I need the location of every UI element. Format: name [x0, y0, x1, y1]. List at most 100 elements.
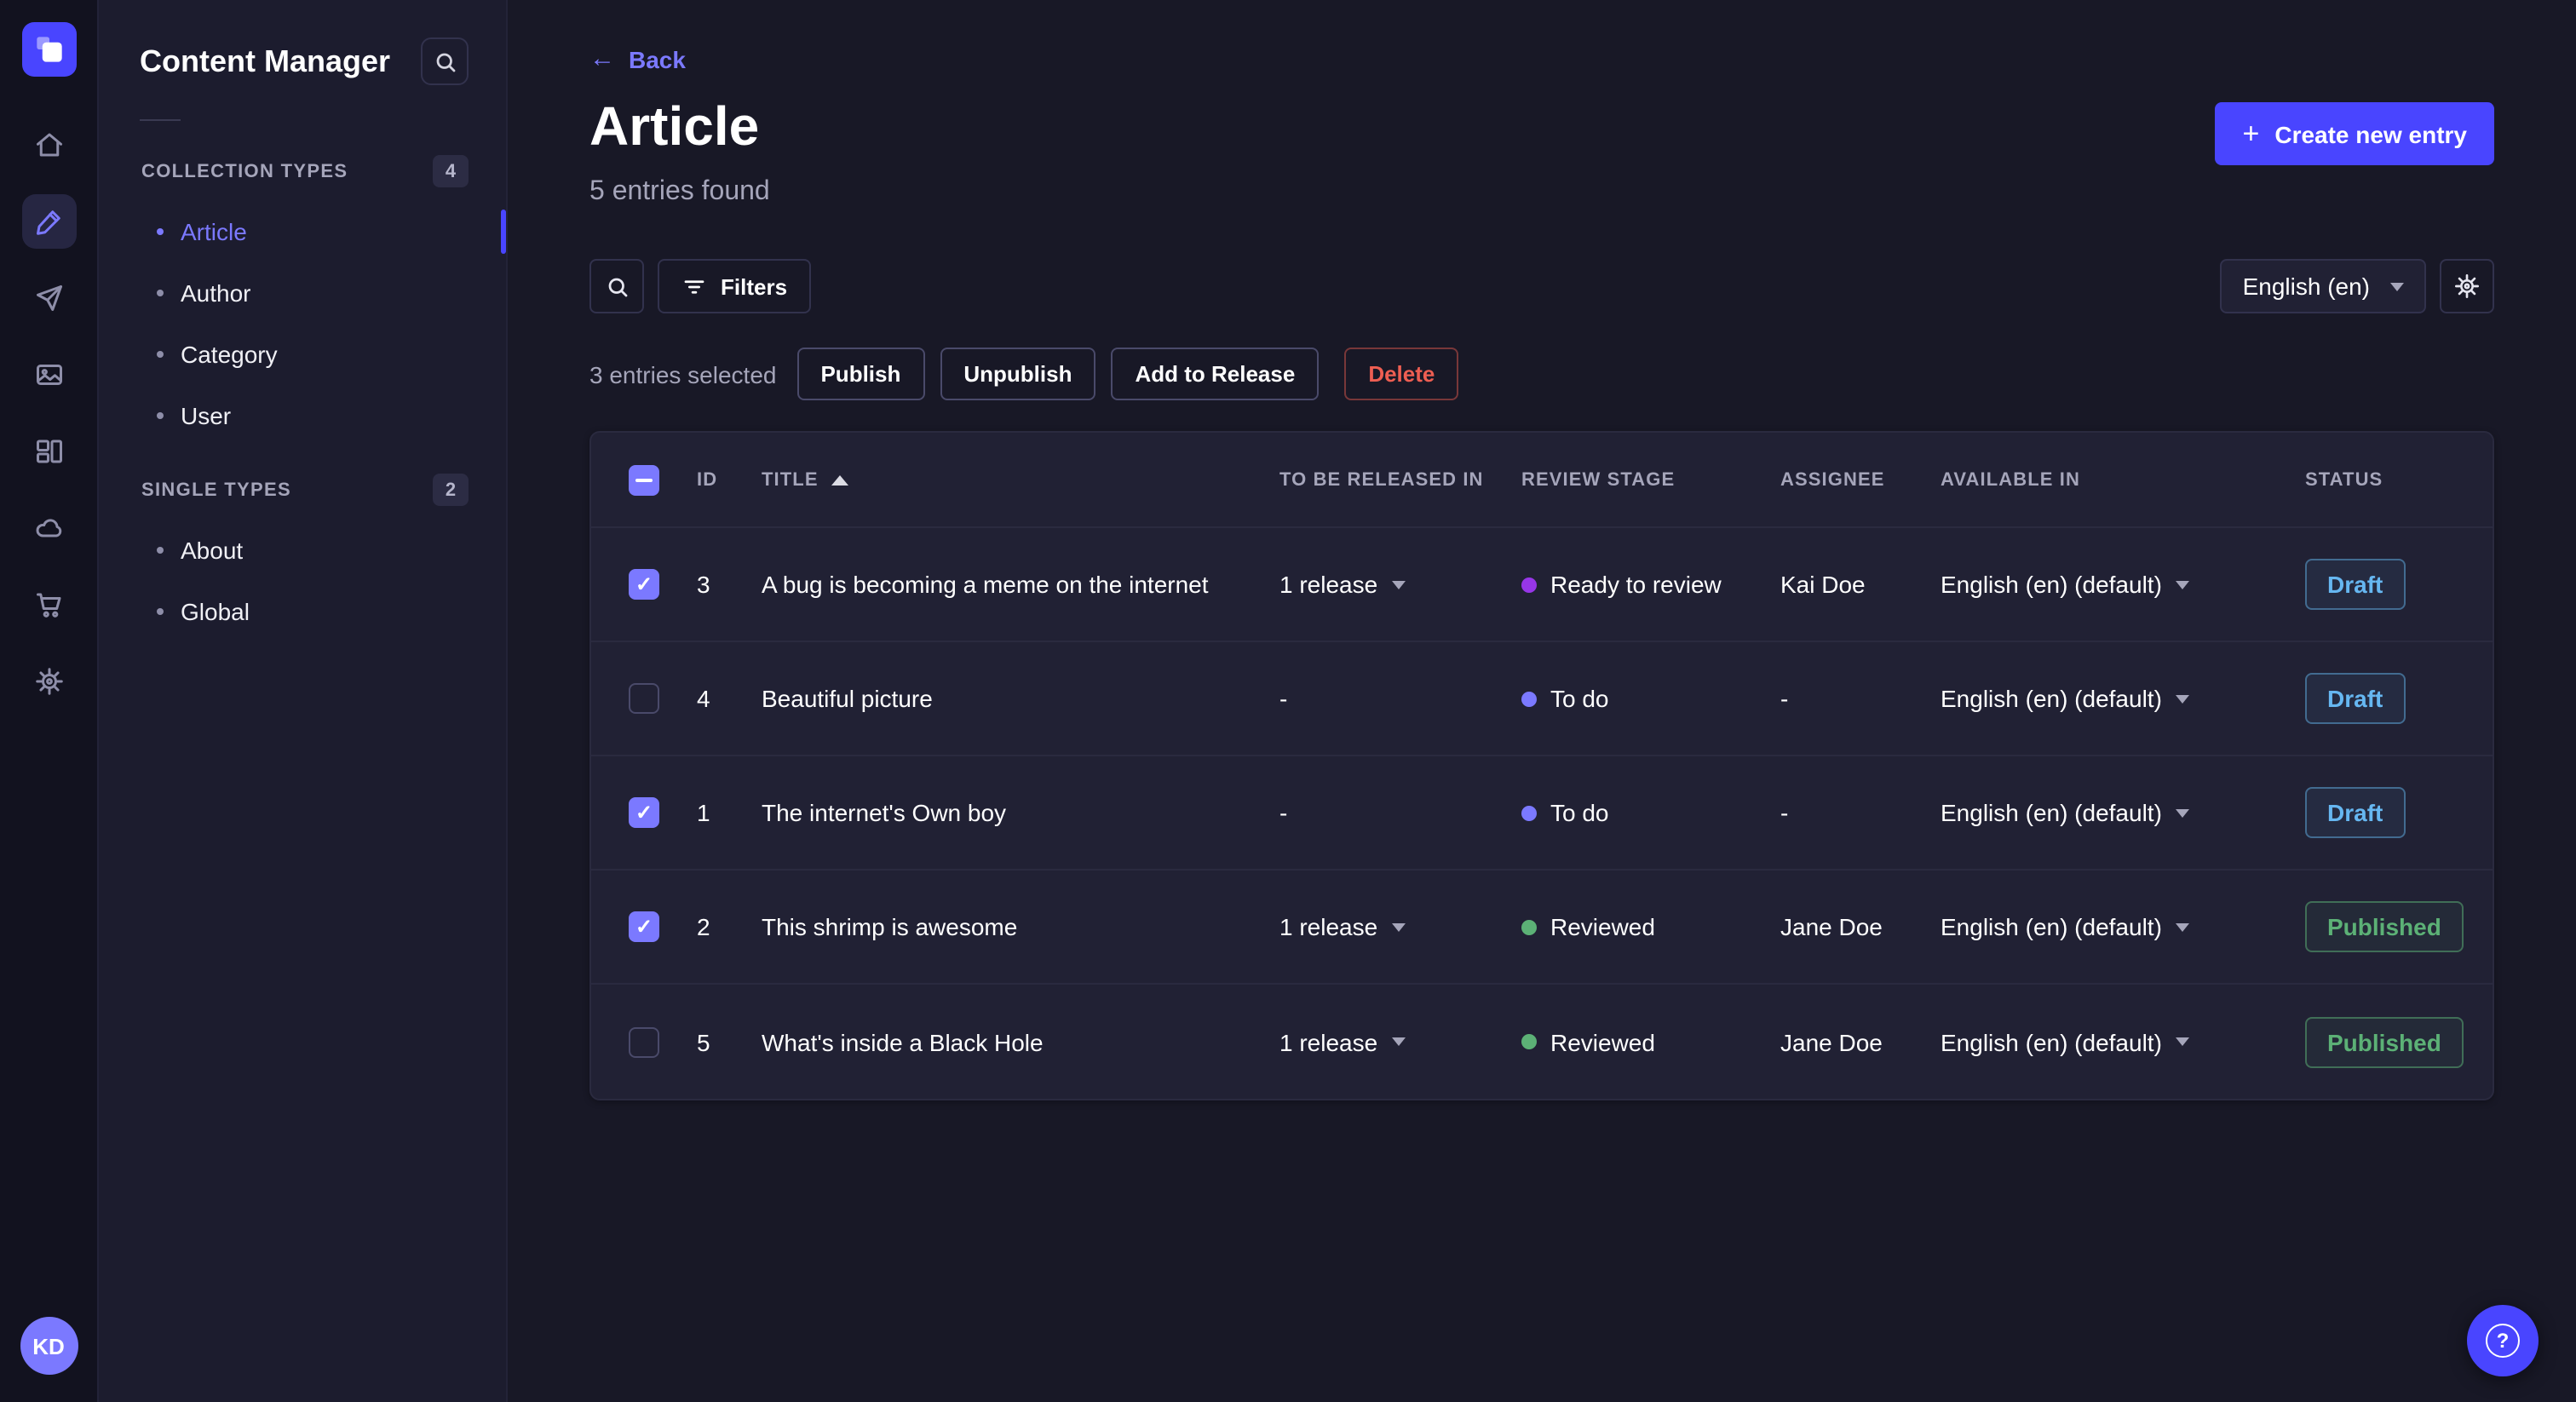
- locale-cell: English (en) (default): [1941, 685, 2305, 712]
- checkbox-cell: ✓: [591, 569, 697, 600]
- create-new-entry-button[interactable]: + Create new entry: [2215, 102, 2494, 165]
- collection-types-list: Article Author Category User: [99, 201, 506, 446]
- column-header-stage: REVIEW STAGE: [1521, 469, 1676, 490]
- single-types-section: SINGLE TYPES 2 About Global: [99, 460, 506, 642]
- locale-chevron-icon[interactable]: [2175, 808, 2189, 817]
- column-header-release: TO BE RELEASED IN: [1279, 469, 1484, 490]
- content-manager-nav-button[interactable]: [21, 194, 76, 249]
- section-label: COLLECTION TYPES: [141, 161, 348, 181]
- table-row[interactable]: ✓ 2 This shrimp is awesome 1 release Rev…: [591, 871, 2493, 985]
- selection-bar: 3 entries selected Publish Unpublish Add…: [589, 348, 2494, 400]
- table-row[interactable]: ✓ 1 The internet's Own boy - To do - Eng…: [591, 756, 2493, 871]
- help-button[interactable]: ?: [2467, 1305, 2539, 1376]
- back-link[interactable]: ← Back: [589, 45, 686, 72]
- review-stage-dot: [1521, 1034, 1537, 1049]
- filters-button[interactable]: Filters: [658, 259, 812, 313]
- strapi-logo[interactable]: [21, 22, 76, 77]
- rail-nav: [21, 118, 76, 709]
- main-nav-rail: KD: [0, 0, 99, 1402]
- view-settings-button[interactable]: [2440, 259, 2494, 313]
- sidebar-item-about[interactable]: About: [99, 520, 506, 581]
- search-button[interactable]: [589, 259, 644, 313]
- row-stage: To do: [1550, 685, 1609, 712]
- publish-button[interactable]: Publish: [796, 348, 925, 400]
- row-checkbox[interactable]: ✓: [629, 911, 659, 942]
- release-cell: 1 release: [1279, 571, 1521, 598]
- sort-ascending-icon: [831, 474, 849, 485]
- table-row[interactable]: ✓ 4 Beautiful picture - To do - English …: [591, 642, 2493, 756]
- selected-count: 3 entries selected: [589, 360, 777, 388]
- cloud-nav-button[interactable]: [21, 501, 76, 555]
- release-cell: -: [1279, 799, 1521, 826]
- locale-select[interactable]: English (en): [2220, 259, 2426, 313]
- marketplace-nav-button[interactable]: [21, 577, 76, 632]
- row-stage: Reviewed: [1550, 1028, 1655, 1055]
- column-header-title[interactable]: TITLE: [762, 469, 1279, 490]
- status-badge: Published: [2305, 901, 2464, 952]
- row-checkbox[interactable]: ✓: [629, 797, 659, 828]
- sidebar-item-label: Category: [181, 341, 278, 368]
- column-header-id[interactable]: ID: [697, 469, 762, 490]
- sidebar-item-article[interactable]: Article: [99, 201, 506, 262]
- collection-types-header[interactable]: COLLECTION TYPES 4: [99, 141, 506, 201]
- sidebar-item-label: Article: [181, 218, 247, 245]
- row-title: This shrimp is awesome: [762, 913, 1018, 940]
- sidebar-search-button[interactable]: [421, 37, 469, 85]
- row-release: 1 release: [1279, 913, 1378, 940]
- row-stage: Reviewed: [1550, 913, 1655, 940]
- delete-button[interactable]: Delete: [1344, 348, 1459, 400]
- cloud-icon: [35, 519, 61, 537]
- unpublish-button[interactable]: Unpublish: [940, 348, 1096, 400]
- bullet-icon: [157, 351, 164, 358]
- section-label: SINGLE TYPES: [141, 480, 291, 500]
- sidebar-item-author[interactable]: Author: [99, 262, 506, 324]
- select-all-checkbox[interactable]: [629, 464, 659, 495]
- home-nav-button[interactable]: [21, 118, 76, 172]
- strapi-logo-icon: [36, 37, 61, 62]
- content-type-builder-nav-button[interactable]: [21, 424, 76, 479]
- media-library-nav-button[interactable]: [21, 348, 76, 402]
- add-to-release-button[interactable]: Add to Release: [1111, 348, 1320, 400]
- sidebar-item-label: Global: [181, 598, 250, 625]
- bullet-icon: [157, 547, 164, 554]
- locale-chevron-icon[interactable]: [2175, 1037, 2189, 1046]
- release-chevron-icon[interactable]: [1391, 922, 1406, 931]
- checkbox-cell: ✓: [591, 797, 697, 828]
- settings-nav-button[interactable]: [21, 654, 76, 709]
- page-title: Article: [589, 95, 760, 157]
- sidebar-item-category[interactable]: Category: [99, 324, 506, 385]
- review-stage-dot: [1521, 577, 1537, 592]
- release-chevron-icon[interactable]: [1391, 1037, 1406, 1046]
- column-header-status: STATUS: [2305, 469, 2383, 490]
- releases-nav-button[interactable]: [21, 271, 76, 325]
- release-cell: 1 release: [1279, 913, 1521, 940]
- content-manager-icon: [36, 210, 60, 235]
- locale-chevron-icon[interactable]: [2175, 922, 2189, 931]
- release-chevron-icon[interactable]: [1391, 580, 1406, 589]
- locale-chevron-icon[interactable]: [2175, 580, 2189, 589]
- home-icon: [36, 133, 61, 157]
- row-assignee: Jane Doe: [1780, 913, 1883, 940]
- row-checkbox[interactable]: ✓: [629, 683, 659, 714]
- row-checkbox[interactable]: ✓: [629, 1026, 659, 1057]
- status-badge: Draft: [2305, 559, 2406, 610]
- user-avatar[interactable]: KD: [20, 1317, 78, 1375]
- single-types-header[interactable]: SINGLE TYPES 2: [99, 460, 506, 520]
- release-cell: 1 release: [1279, 1028, 1521, 1055]
- sidebar-item-global[interactable]: Global: [99, 581, 506, 642]
- paper-plane-icon: [36, 285, 61, 311]
- status-cell: Published: [2305, 901, 2493, 952]
- row-locale: English (en) (default): [1941, 1028, 2162, 1055]
- table-row[interactable]: ✓ 5 What's inside a Black Hole 1 release…: [591, 985, 2493, 1099]
- section-count-badge: 4: [433, 155, 469, 187]
- row-checkbox[interactable]: ✓: [629, 569, 659, 600]
- table-row[interactable]: ✓ 3 A bug is becoming a meme on the inte…: [591, 528, 2493, 642]
- chevron-down-icon: [2390, 282, 2404, 290]
- locale-cell: English (en) (default): [1941, 913, 2305, 940]
- check-icon: ✓: [635, 801, 653, 825]
- sidebar-item-user[interactable]: User: [99, 385, 506, 446]
- locale-chevron-icon[interactable]: [2175, 694, 2189, 703]
- status-badge: Published: [2305, 1016, 2464, 1067]
- indeterminate-dash-icon: [635, 478, 653, 481]
- check-icon: ✓: [635, 572, 653, 596]
